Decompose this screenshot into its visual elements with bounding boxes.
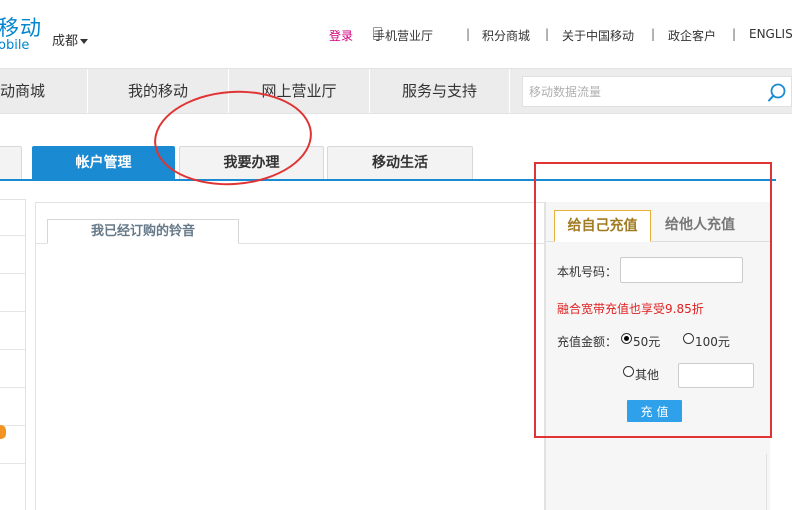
left-sidebar xyxy=(0,199,26,510)
search-input[interactable] xyxy=(529,81,749,103)
ringtone-panel: 我已经订购的铃音 xyxy=(35,202,545,510)
english-link[interactable]: ENGLISH xyxy=(749,27,792,41)
tab-account-management[interactable]: 帐户管理 xyxy=(32,146,175,180)
main-nav: 动商城 我的移动 网上营业厅 服务与支持 xyxy=(0,68,792,114)
about-link[interactable]: 关于中国移动 xyxy=(562,27,634,44)
separator: | xyxy=(651,27,656,41)
sidebar-divider xyxy=(0,235,25,236)
enterprise-link[interactable]: 政企客户 xyxy=(668,27,716,44)
sidebar-divider xyxy=(0,463,25,464)
city-selector[interactable]: 成都 xyxy=(52,30,89,49)
points-mall-link[interactable]: 积分商城 xyxy=(482,27,530,44)
site-header: 移动 obile 成都 登录 手机营业厅 | 积分商城 | 关于中国移动 | 政… xyxy=(0,0,792,68)
annotation-rectangle xyxy=(534,162,772,438)
nav-item-service[interactable]: 服务与支持 xyxy=(370,69,510,113)
tab-mobile-life[interactable]: 移动生活 xyxy=(327,146,473,180)
login-link[interactable]: 登录 xyxy=(329,27,353,44)
search-icon[interactable] xyxy=(767,83,787,103)
logo-subtext[interactable]: obile xyxy=(0,38,29,53)
separator: | xyxy=(732,27,737,41)
chevron-down-icon xyxy=(80,39,89,44)
mobile-hall-label: 手机营业厅 xyxy=(373,29,434,43)
sidebar-divider xyxy=(0,387,25,388)
sidebar-divider xyxy=(0,273,25,274)
nav-item-mall[interactable]: 动商城 xyxy=(0,69,88,113)
sidebar-divider xyxy=(0,311,25,312)
tab-subscribed-ringtones[interactable]: 我已经订购的铃音 xyxy=(47,219,239,244)
tab-hidden-left[interactable] xyxy=(0,146,22,180)
panel-divider xyxy=(766,454,767,510)
separator: | xyxy=(466,27,471,41)
search-box xyxy=(522,76,792,107)
city-label: 成都 xyxy=(52,34,79,49)
separator: | xyxy=(545,27,550,41)
sidebar-divider xyxy=(0,349,25,350)
